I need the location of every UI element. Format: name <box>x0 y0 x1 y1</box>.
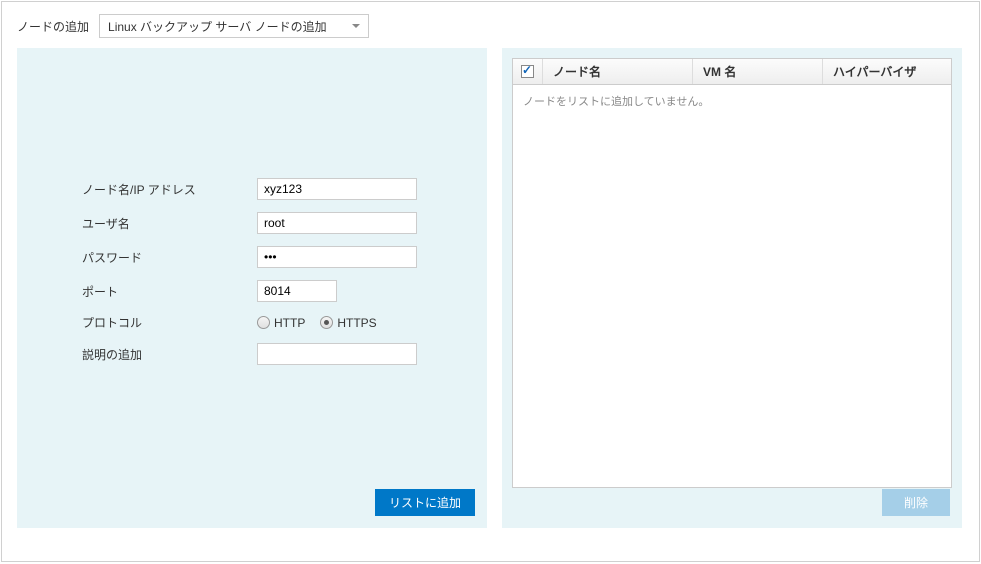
column-header-node[interactable]: ノード名 <box>543 59 693 84</box>
protocol-label: プロトコル <box>82 314 257 331</box>
radio-icon <box>257 316 270 329</box>
protocol-http-radio[interactable]: HTTP <box>257 316 305 330</box>
node-ip-input[interactable] <box>257 178 417 200</box>
empty-list-message: ノードをリストに追加していません。 <box>523 96 709 108</box>
description-label: 説明の追加 <box>82 346 257 363</box>
form-panel: ノード名/IP アドレス ユーザ名 パスワード ポート プロトコル <box>17 48 487 528</box>
column-header-vm[interactable]: VM 名 <box>693 59 823 84</box>
password-label: パスワード <box>82 249 257 266</box>
port-label: ポート <box>82 283 257 300</box>
radio-icon <box>320 316 333 329</box>
form-row-protocol: プロトコル HTTP HTTPS <box>82 314 477 331</box>
panels-wrapper: ノード名/IP アドレス ユーザ名 パスワード ポート プロトコル <box>2 48 979 548</box>
select-all-cell[interactable] <box>513 59 543 84</box>
list-panel: ノード名 VM 名 ハイパーバイザ ノードをリストに追加していません。 削除 <box>502 48 962 528</box>
main-container: ノードの追加 Linux バックアップ サーバ ノードの追加 ノード名/IP ア… <box>1 1 980 562</box>
node-type-dropdown[interactable]: Linux バックアップ サーバ ノードの追加 <box>99 14 369 38</box>
chevron-down-icon <box>352 24 360 28</box>
protocol-http-label: HTTP <box>274 316 305 330</box>
protocol-https-radio[interactable]: HTTPS <box>320 316 376 330</box>
description-input[interactable] <box>257 343 417 365</box>
form-area: ノード名/IP アドレス ユーザ名 パスワード ポート プロトコル <box>27 178 477 365</box>
add-to-list-button[interactable]: リストに追加 <box>375 489 475 516</box>
top-bar: ノードの追加 Linux バックアップ サーバ ノードの追加 <box>2 2 979 48</box>
add-node-label: ノードの追加 <box>17 18 89 35</box>
dropdown-selected-value: Linux バックアップ サーバ ノードの追加 <box>108 18 327 35</box>
table-body: ノードをリストに追加していません。 <box>513 85 951 117</box>
password-input[interactable] <box>257 246 417 268</box>
port-input[interactable] <box>257 280 337 302</box>
checkbox-icon <box>521 65 534 78</box>
delete-button[interactable]: 削除 <box>882 489 950 516</box>
protocol-radio-group: HTTP HTTPS <box>257 316 377 330</box>
form-row-username: ユーザ名 <box>82 212 477 234</box>
column-header-hypervisor[interactable]: ハイパーバイザ <box>823 59 951 84</box>
node-ip-label: ノード名/IP アドレス <box>82 181 257 198</box>
form-row-port: ポート <box>82 280 477 302</box>
form-row-node-ip: ノード名/IP アドレス <box>82 178 477 200</box>
username-input[interactable] <box>257 212 417 234</box>
table-header: ノード名 VM 名 ハイパーバイザ <box>513 59 951 85</box>
node-table: ノード名 VM 名 ハイパーバイザ ノードをリストに追加していません。 <box>512 58 952 488</box>
protocol-https-label: HTTPS <box>337 316 376 330</box>
form-row-description: 説明の追加 <box>82 343 477 365</box>
form-row-password: パスワード <box>82 246 477 268</box>
username-label: ユーザ名 <box>82 215 257 232</box>
